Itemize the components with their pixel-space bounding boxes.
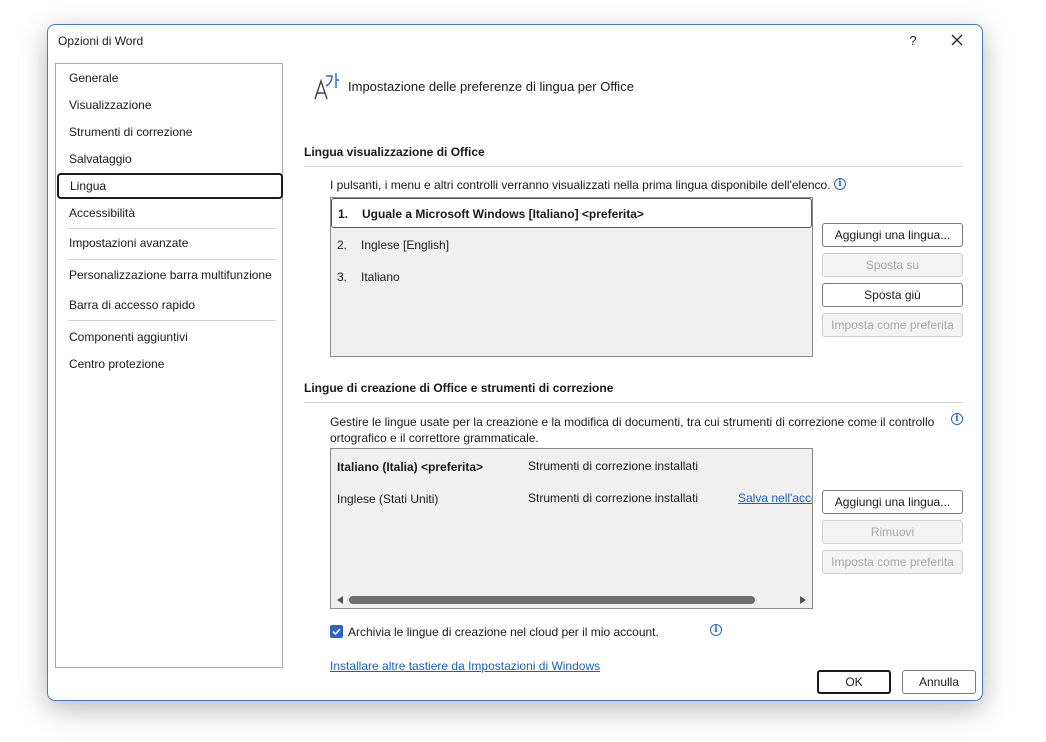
nav-item-generale[interactable]: Generale bbox=[57, 65, 283, 91]
cloud-storage-checkbox[interactable] bbox=[330, 625, 343, 638]
proofing-status: Strumenti di correzione installati bbox=[528, 491, 699, 505]
info-icon[interactable]: i bbox=[951, 413, 963, 425]
add-authoring-language-button[interactable]: Aggiungi una lingua... bbox=[822, 490, 963, 514]
move-down-button[interactable]: Sposta giù bbox=[822, 283, 963, 307]
list-item[interactable]: 3. Italiano bbox=[331, 262, 812, 292]
nav-item-impostazioni-avanzate[interactable]: Impostazioni avanzate bbox=[57, 230, 283, 256]
horizontal-scrollbar[interactable] bbox=[331, 592, 812, 608]
options-nav: Generale Visualizzazione Strumenti di co… bbox=[55, 63, 283, 668]
cloud-storage-label[interactable]: Archivia le lingue di creazione nel clou… bbox=[348, 625, 659, 639]
dialog-title: Opzioni di Word bbox=[58, 34, 144, 48]
nav-item-lingua[interactable]: Lingua bbox=[57, 173, 283, 199]
set-preferred-authoring-button[interactable]: Imposta come preferita bbox=[822, 550, 963, 574]
nav-item-componenti-aggiuntivi[interactable]: Componenti aggiuntivi bbox=[57, 324, 283, 350]
remove-button[interactable]: Rimuovi bbox=[822, 520, 963, 544]
nav-item-visualizzazione[interactable]: Visualizzazione bbox=[57, 92, 283, 118]
checkmark-icon bbox=[332, 628, 341, 636]
cancel-button[interactable]: Annulla bbox=[902, 670, 976, 694]
move-up-button[interactable]: Sposta su bbox=[822, 253, 963, 277]
nav-item-personalizzazione-barra[interactable]: Personalizzazione barra multifunzione bbox=[57, 262, 283, 288]
nav-separator bbox=[68, 320, 276, 321]
nav-item-strumenti-correzione[interactable]: Strumenti di correzione bbox=[57, 119, 283, 145]
scroll-right-icon[interactable] bbox=[800, 596, 806, 604]
nav-item-barra-accesso-rapido[interactable]: Barra di accesso rapido bbox=[57, 292, 283, 318]
nav-item-salvataggio[interactable]: Salvataggio bbox=[57, 146, 283, 172]
title-bar: Opzioni di Word ? bbox=[48, 25, 982, 55]
info-icon[interactable]: i bbox=[834, 178, 846, 190]
list-item[interactable]: 1. Uguale a Microsoft Windows [Italiano]… bbox=[331, 198, 812, 228]
authoring-description-line2: ortografico e il correttore grammaticale… bbox=[330, 431, 539, 445]
install-keyboards-link[interactable]: Installare altre tastiere da Impostazion… bbox=[330, 659, 600, 673]
authoring-language-name: Italiano (Italia) <preferita> bbox=[337, 460, 484, 474]
info-icon[interactable]: i bbox=[710, 624, 722, 636]
display-language-description: I pulsanti, i menu e altri controlli ver… bbox=[330, 178, 831, 192]
nav-item-accessibilita[interactable]: Accessibilità bbox=[57, 200, 283, 226]
section-divider bbox=[304, 402, 963, 403]
ok-button[interactable]: OK bbox=[817, 670, 891, 694]
authoring-description-line1: Gestire le lingue usate per la creazione… bbox=[330, 415, 935, 429]
set-preferred-display-button[interactable]: Imposta come preferita bbox=[822, 313, 963, 337]
page-title: Impostazione delle preferenze di lingua … bbox=[348, 79, 634, 94]
close-button[interactable] bbox=[940, 29, 974, 51]
section-divider bbox=[304, 166, 963, 167]
authoring-language-section-title: Lingue di creazione di Office e strument… bbox=[304, 381, 614, 395]
scroll-left-icon[interactable] bbox=[337, 596, 343, 604]
language-settings-panel: Impostazione delle preferenze di lingua … bbox=[304, 63, 964, 673]
nav-separator bbox=[68, 228, 276, 229]
help-button[interactable]: ? bbox=[896, 29, 930, 51]
save-to-account-link[interactable]: Salva nell'account bbox=[738, 491, 812, 505]
word-options-dialog: Opzioni di Word ? Generale Visualizzazio… bbox=[47, 24, 983, 701]
scrollbar-thumb[interactable] bbox=[349, 596, 755, 604]
display-language-section-title: Lingua visualizzazione di Office bbox=[304, 145, 485, 159]
nav-separator bbox=[68, 259, 276, 260]
add-display-language-button[interactable]: Aggiungi una lingua... bbox=[822, 223, 963, 247]
close-icon bbox=[951, 34, 963, 46]
language-icon bbox=[314, 73, 339, 100]
authoring-language-list[interactable]: Italiano (Italia) <preferita> Strumenti … bbox=[330, 448, 813, 609]
proofing-status: Strumenti di correzione installati bbox=[528, 459, 699, 473]
authoring-language-name: Inglese (Stati Uniti) bbox=[337, 492, 439, 506]
list-item[interactable]: 2. Inglese [English] bbox=[331, 230, 812, 260]
nav-item-centro-protezione[interactable]: Centro protezione bbox=[57, 351, 283, 377]
display-language-list[interactable]: 1. Uguale a Microsoft Windows [Italiano]… bbox=[330, 197, 813, 357]
